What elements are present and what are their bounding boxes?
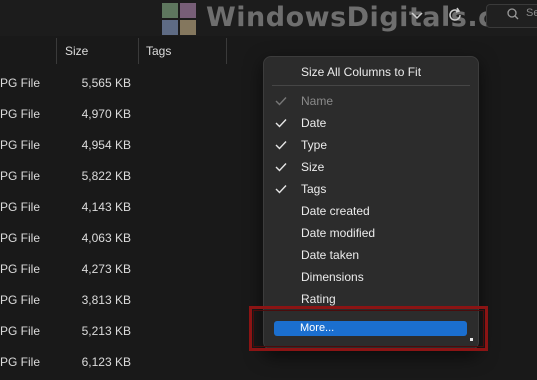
column-divider[interactable] [138, 38, 139, 64]
menu-item-label: Date taken [301, 248, 360, 262]
cell-type: PG File [0, 169, 41, 183]
cell-size: 5,822 KB [81, 169, 131, 183]
cell-size: 4,970 KB [81, 107, 131, 121]
column-header-size[interactable]: Size [65, 44, 88, 58]
menu-item-name: Name [264, 90, 478, 112]
column-header-tags[interactable]: Tags [146, 44, 171, 58]
cell-size: 6,123 KB [81, 355, 131, 369]
search-placeholder: Se [526, 7, 537, 19]
column-divider[interactable] [56, 38, 57, 64]
checkmark-icon [275, 185, 287, 194]
menu-item-label: Rating [301, 292, 336, 306]
menu-item-tags[interactable]: Tags [264, 178, 478, 200]
menu-item-label: Type [301, 138, 328, 152]
menu-item-date[interactable]: Date [264, 112, 478, 134]
cell-size: 4,143 KB [81, 200, 131, 214]
menu-item-dimensions[interactable]: Dimensions [264, 266, 478, 288]
cell-type: PG File [0, 293, 41, 307]
search-icon [507, 8, 519, 20]
menu-separator [272, 85, 470, 86]
menu-item-label: Date created [301, 204, 370, 218]
menu-item-type[interactable]: Type [264, 134, 478, 156]
watermark-logo [162, 3, 196, 35]
cell-type: PG File [0, 262, 41, 276]
menu-item-date-created[interactable]: Date created [264, 200, 478, 222]
cell-size: 5,565 KB [81, 76, 131, 90]
cell-type: PG File [0, 107, 41, 121]
cell-type: PG File [0, 231, 41, 245]
cell-type: PG File [0, 355, 41, 369]
menu-item-label: Size [301, 160, 325, 174]
menu-item-size[interactable]: Size [264, 156, 478, 178]
checkmark-icon [275, 163, 287, 172]
menu-item-date-taken[interactable]: Date taken [264, 244, 478, 266]
menu-item-date-modified[interactable]: Date modified [264, 222, 478, 244]
column-divider[interactable] [226, 38, 227, 64]
menu-item-size-all-columns[interactable]: Size All Columns to Fit [264, 61, 478, 83]
cell-type: PG File [0, 200, 41, 214]
cell-type: PG File [0, 138, 41, 152]
menu-item-label: Tags [301, 182, 327, 196]
menu-item-label: More... [300, 322, 335, 334]
cursor-grip [470, 338, 473, 341]
checkmark-icon [275, 141, 287, 150]
refresh-icon[interactable] [446, 6, 464, 24]
menu-item-more[interactable]: More... [274, 321, 467, 336]
cell-size: 4,063 KB [81, 231, 131, 245]
cell-size: 4,273 KB [81, 262, 131, 276]
menu-item-label: Date [301, 116, 327, 130]
menu-item-label: Size All Columns to Fit [301, 65, 422, 79]
checkmark-icon [275, 97, 287, 106]
cell-size: 5,213 KB [81, 324, 131, 338]
cell-size: 4,954 KB [81, 138, 131, 152]
checkmark-icon [275, 119, 287, 128]
menu-item-label: Dimensions [301, 270, 364, 284]
chevron-down-icon[interactable] [408, 6, 426, 24]
cell-size: 3,813 KB [81, 293, 131, 307]
menu-item-label: Date modified [301, 226, 376, 240]
cell-type: PG File [0, 324, 41, 338]
menu-item-label: Name [301, 94, 334, 108]
cell-type: PG File [0, 76, 41, 90]
watermark: WindowsDigitals.com [160, 2, 537, 36]
table-row[interactable]: PG File 6,123 KB [0, 347, 537, 378]
